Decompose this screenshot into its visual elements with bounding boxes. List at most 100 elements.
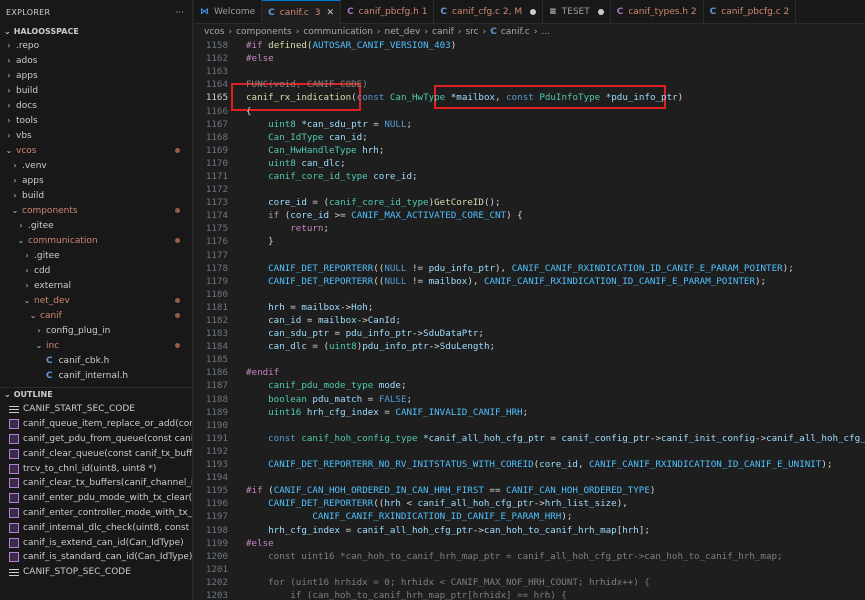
breadcrumb-item[interactable]: canif.c [501,27,530,37]
outline-item[interactable]: trcv_to_chnl_id(uint8, uint8 *) [0,461,192,476]
tree-item-vbs[interactable]: › vbs [0,128,192,143]
outline-header[interactable]: ⌄ OUTLINE [0,387,192,401]
breadcrumb-item[interactable]: src [465,27,478,37]
tree-item-cdd[interactable]: › cdd [0,263,192,278]
chevron-right-icon: › [13,176,17,185]
code-text: CANIF_DET_REPORTERR((hrh < canif_all_hoh… [268,498,628,510]
line-number: 1172 [205,184,228,196]
tab-welcome[interactable]: ⋈ Welcome [194,0,263,24]
tree-item-docs[interactable]: › docs [0,98,192,113]
outline-item[interactable]: canif_enter_pdu_mode_with_tx_clear(canif… [0,491,192,506]
c-file-icon: C [490,26,497,37]
code-line: 1198 hrh_cfg_index = canif_all_hoh_cfg_p… [194,523,865,536]
workspace-header[interactable]: ⌄ HALOOSSPACE [0,24,192,38]
code-text: #else [246,53,274,65]
method-icon [9,537,19,548]
tree-item--repo[interactable]: › .repo [0,38,192,53]
code-text: uint16 hrh_cfg_index = CANIF_INVALID_CAN… [268,406,529,418]
breadcrumb-item[interactable]: canif [432,27,454,37]
tree-item-build[interactable]: › build [0,83,192,98]
breadcrumb-item[interactable]: vcos [204,27,224,37]
tree-item-label: vbs [16,130,32,141]
tree-item--gitee[interactable]: › .gitee [0,218,192,233]
line-number: 1197 [205,511,228,523]
chevron-right-icon: › [7,56,11,65]
outline-item[interactable]: canif_get_pdu_from_queue(const canif_tx.… [0,432,192,447]
c-file-icon: C [46,355,53,366]
tab-canif-types-h-2[interactable]: Ccanif_types.h 2 [611,0,704,24]
outline-item[interactable]: canif_enter_controller_mode_with_tx_clea… [0,506,192,521]
line-number: 1189 [205,406,228,418]
unsaved-dot-icon[interactable] [597,9,604,15]
code-line: 1195 #if (CANIF_CAN_HOH_ORDERED_IN_CAN_HR… [194,484,865,497]
chevron-right-icon: › [376,26,381,37]
breadcrumb-item[interactable]: net_dev [385,27,421,37]
code-line: 1167 uint8 *can_sdu_ptr = NULL; [194,118,865,131]
tree-item-build[interactable]: › build [0,188,192,203]
tree-item-canif-cbk-h[interactable]: Ccanif_cbk.h [0,353,192,368]
tree-item-apps[interactable]: › apps [0,173,192,188]
symbol-constant-icon [9,568,19,576]
tree-item-communication[interactable]: ⌄ communication [0,233,192,248]
outline-item[interactable]: canif_is_extend_can_id(Can_IdType) [0,535,192,550]
tree-item-components[interactable]: ⌄ components [0,203,192,218]
more-actions-icon[interactable]: ··· [175,8,184,17]
tree-item-config-plug-in[interactable]: › config_plug_in [0,323,192,338]
chevron-down-icon: ⌄ [4,390,11,399]
outline-item[interactable]: canif_is_standard_can_id(Can_IdType) [0,550,192,565]
code-line: 1182 can_id = mailbox->CanId; [194,314,865,327]
tree-item-vcos[interactable]: ⌄ vcos [0,143,192,158]
tree-item-canif[interactable]: ⌄ canif [0,308,192,323]
tree-item-inc[interactable]: ⌄ inc [0,338,192,353]
outline-item-label: canif_queue_item_replace_or_add(const c.… [23,419,193,430]
tree-item-apps[interactable]: › apps [0,68,192,83]
code-text: canif_core_id_type core_id; [268,170,418,182]
tree-item-canif-internal-h[interactable]: Ccanif_internal.h [0,368,192,383]
tree-item-label: .gitee [34,250,60,261]
tab-canif-pbcfg-c-2[interactable]: Ccanif_pbcfg.c 2 [704,0,797,24]
tree-item-external[interactable]: › external [0,278,192,293]
chevron-right-icon: › [25,251,29,260]
code-line: 1183 can_sdu_ptr = pdu_info_ptr->SduData… [194,327,865,340]
outline-item[interactable]: CANIF_START_SEC_CODE [0,402,192,417]
breadcrumb-item[interactable]: ... [541,27,550,37]
tree-item-tools[interactable]: › tools [0,113,192,128]
line-number: 1202 [205,576,228,588]
tab-canif-c[interactable]: Ccanif.c 3 ✕ [262,0,342,24]
chevron-down-icon: ⌄ [11,206,19,215]
tree-item-ados[interactable]: › ados [0,53,192,68]
tree-item--gitee[interactable]: › .gitee [0,248,192,263]
code-text: } [246,236,274,248]
outline-item[interactable]: canif_clear_tx_buffers(canif_channel_id_… [0,476,192,491]
tree-item--venv[interactable]: › .venv [0,158,192,173]
outline-item[interactable]: canif_internal_dlc_check(uint8, const ca… [0,520,192,535]
code-text: CANIF_DET_REPORTERR((NULL != pdu_info_pt… [268,262,794,274]
outline-title: OUTLINE [13,390,53,399]
tab-canif-pbcfg-h-1[interactable]: Ccanif_pbcfg.h 1 [341,0,435,24]
tab-canif-cfg-c-2-m[interactable]: Ccanif_cfg.c 2, M [434,0,544,24]
tree-item-label: apps [22,175,44,186]
outline-item[interactable]: canif_queue_item_replace_or_add(const c.… [0,417,193,432]
unsaved-dot-icon[interactable] [530,9,537,15]
outline-item[interactable]: canif_clear_queue(const canif_tx_buffer_… [0,446,192,461]
code-line: 1177 [194,249,865,262]
tab-teset[interactable]: ≡ TESET [543,0,611,24]
outline-item[interactable]: CANIF_STOP_SEC_CODE [0,565,192,580]
code-text: CANIF_CANIF_RXINDICATION_ID_CANIF_E_PARA… [312,511,573,523]
chevron-down-icon: ⌄ [4,26,11,36]
chevron-right-icon: › [7,41,11,50]
outline-item-label: CANIF_START_SEC_CODE [23,404,135,415]
tree-item-label: docs [16,100,37,111]
breadcrumb-item[interactable]: communication [303,27,373,37]
tree-item-label: canif_cbk.h [58,355,110,366]
code-line: 1170 uint8 can_dlc; [194,157,865,170]
c-file-icon: C [616,7,624,17]
breadcrumb-item[interactable]: components [236,27,292,37]
tree-item-label: tools [16,115,38,126]
code-editor[interactable]: 1158 #if defined(AUTOSAR_CANIF_VERSION_40… [194,39,865,600]
code-line: 1181 hrh = mailbox->Hoh; [194,301,865,314]
close-icon[interactable]: ✕ [327,8,335,18]
chevron-down-icon: ⌄ [35,341,43,350]
chevron-right-icon: › [13,161,17,170]
tree-item-net-dev[interactable]: ⌄ net_dev [0,293,192,308]
